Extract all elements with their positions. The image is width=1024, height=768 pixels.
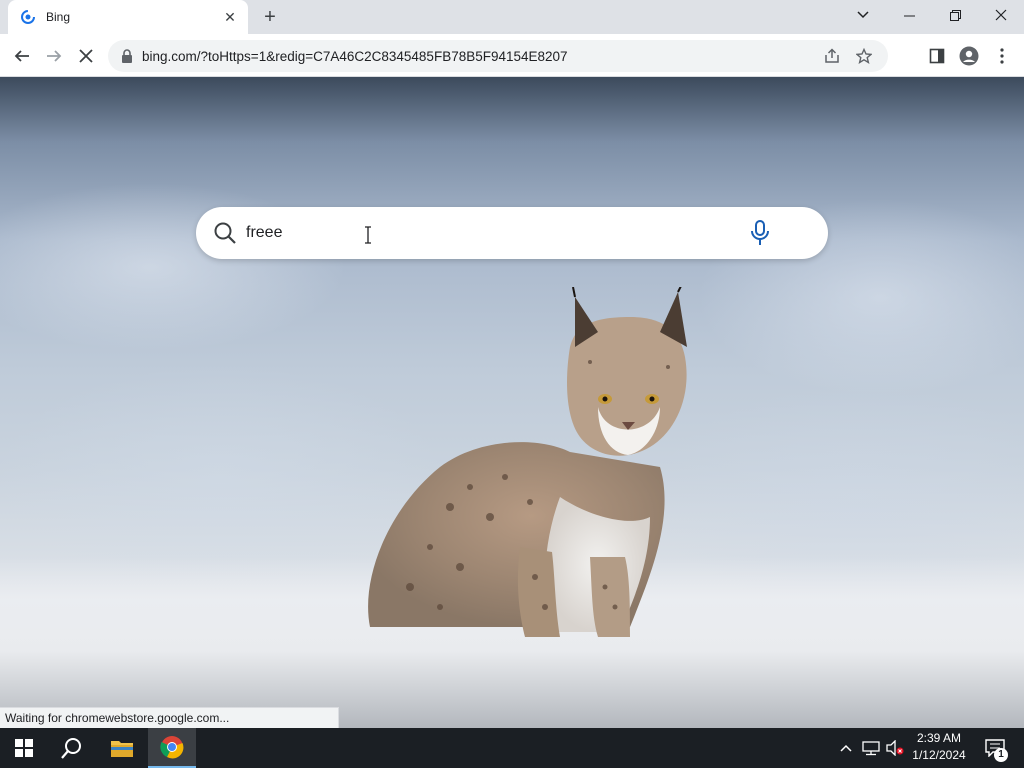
close-window-button[interactable] xyxy=(978,0,1024,30)
minimize-button[interactable] xyxy=(886,0,932,30)
tab-title: Bing xyxy=(46,10,71,24)
system-clock[interactable]: 2:39 AM 1/12/2024 xyxy=(904,730,974,766)
search-input[interactable] xyxy=(246,224,746,242)
search-taskbar-icon[interactable] xyxy=(48,728,96,768)
notification-count-badge: 1 xyxy=(994,748,1008,762)
side-panel-icon[interactable] xyxy=(923,42,951,70)
loading-spinner-icon xyxy=(20,9,36,25)
network-icon[interactable] xyxy=(860,728,882,768)
browser-toolbar: bing.com/?toHttps=1&redig=C7A46C2C834548… xyxy=(0,34,1024,77)
text-cursor-icon xyxy=(365,226,371,244)
microphone-icon[interactable] xyxy=(746,219,774,247)
lynx-image xyxy=(368,287,687,637)
share-icon[interactable] xyxy=(820,44,844,68)
close-tab-icon[interactable]: ✕ xyxy=(222,9,238,25)
address-bar[interactable]: bing.com/?toHttps=1&redig=C7A46C2C834548… xyxy=(108,40,888,72)
bookmark-star-icon[interactable] xyxy=(852,44,876,68)
clock-date: 1/12/2024 xyxy=(912,748,966,762)
search-box[interactable] xyxy=(196,207,828,259)
show-hidden-icons-chevron-icon[interactable] xyxy=(836,728,856,768)
tab-strip: Bing ✕ + xyxy=(0,0,1024,34)
profile-avatar-icon[interactable] xyxy=(955,42,983,70)
page-content xyxy=(0,77,1024,728)
file-explorer-icon[interactable] xyxy=(98,728,146,768)
forward-button[interactable] xyxy=(40,42,68,70)
tab-bing[interactable]: Bing ✕ xyxy=(8,0,248,34)
lock-icon[interactable] xyxy=(120,49,134,63)
clock-time: 2:39 AM xyxy=(916,731,962,745)
more-menu-icon[interactable] xyxy=(988,42,1016,70)
new-tab-button[interactable]: + xyxy=(258,5,282,29)
start-button[interactable] xyxy=(0,728,48,768)
url-text[interactable]: bing.com/?toHttps=1&redig=C7A46C2C834548… xyxy=(142,49,812,64)
taskbar: 2:39 AM 1/12/2024 1 xyxy=(0,728,1024,768)
search-icon[interactable] xyxy=(212,220,238,246)
stop-loading-button[interactable] xyxy=(72,42,100,70)
notification-center-icon[interactable]: 1 xyxy=(980,728,1010,768)
back-button[interactable] xyxy=(8,42,36,70)
tab-search-button[interactable] xyxy=(840,0,886,30)
restore-button[interactable] xyxy=(932,0,978,30)
volume-muted-icon[interactable] xyxy=(884,728,906,768)
chrome-taskbar-icon[interactable] xyxy=(148,728,196,768)
status-bubble: Waiting for chromewebstore.google.com... xyxy=(0,707,339,728)
